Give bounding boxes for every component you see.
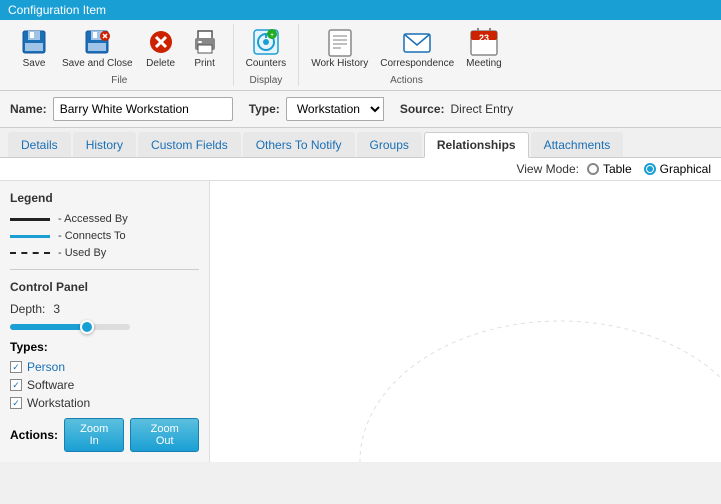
tab-others-to-notify[interactable]: Others To Notify <box>243 132 355 157</box>
legend-used-by-label: - Used By <box>58 247 106 259</box>
meeting-label: Meeting <box>466 58 502 69</box>
delete-label: Delete <box>146 58 175 69</box>
actions-row: Actions: Zoom In Zoom Out <box>10 418 199 452</box>
graph-layout: Legend - Accessed By - Connects To - Use… <box>0 181 721 462</box>
person-label: Person <box>27 360 65 374</box>
actions-label: Actions: <box>10 428 58 442</box>
zoom-in-button[interactable]: Zoom In <box>64 418 124 452</box>
checkbox-person[interactable]: Person <box>10 360 199 374</box>
print-button[interactable]: Print <box>185 24 225 71</box>
print-label: Print <box>194 58 215 69</box>
save-and-close-label: Save and Close <box>62 58 133 69</box>
radio-table-circle <box>587 163 599 175</box>
radio-graphical-label: Graphical <box>660 162 711 176</box>
meeting-button[interactable]: 23 Meeting <box>462 24 506 71</box>
work-history-label: Work History <box>311 58 368 69</box>
legend-line-solid-blue <box>10 235 50 238</box>
svg-text:23: 23 <box>479 33 489 43</box>
slider-fill <box>10 324 82 330</box>
save-and-close-button[interactable]: Save and Close <box>58 24 137 71</box>
name-label: Name: <box>10 102 47 116</box>
workstation-label: Workstation <box>27 396 90 410</box>
tab-relationships[interactable]: Relationships <box>424 132 529 158</box>
depth-row: Depth: 3 <box>10 302 199 316</box>
source-label: Source: <box>400 102 445 116</box>
toolbar: Save Save and Close <box>0 20 721 91</box>
form-area: Name: Type: Workstation Source: Direct E… <box>0 91 721 128</box>
checkbox-workstation[interactable]: Workstation <box>10 396 199 410</box>
checkbox-software[interactable]: Software <box>10 378 199 392</box>
toolbar-group-actions: Work History Correspondence 23 <box>299 24 514 86</box>
view-mode-radio-group: Table Graphical <box>587 162 711 176</box>
save-and-close-icon <box>81 26 113 58</box>
legend-accessed-by-label: - Accessed By <box>58 213 128 225</box>
correspondence-button[interactable]: Correspondence <box>376 24 458 71</box>
tab-attachments[interactable]: Attachments <box>531 132 624 157</box>
depth-value: 3 <box>53 302 60 316</box>
view-mode-bar: View Mode: Table Graphical <box>0 158 721 181</box>
slider-thumb <box>80 320 94 334</box>
correspondence-label: Correspondence <box>380 58 454 69</box>
workstation-checkbox <box>10 397 22 409</box>
radio-graphical-circle <box>644 163 656 175</box>
source-field: Source: Direct Entry <box>400 102 513 116</box>
title-bar: Configuration Item <box>0 0 721 20</box>
delete-icon <box>145 26 177 58</box>
type-select[interactable]: Workstation <box>286 97 384 121</box>
save-button[interactable]: Save <box>14 24 54 71</box>
tab-history[interactable]: History <box>73 132 136 157</box>
main-content: View Mode: Table Graphical Legend - Acce… <box>0 158 721 462</box>
depth-slider[interactable] <box>10 324 130 330</box>
control-panel-title: Control Panel <box>10 280 199 294</box>
legend-line-solid-black <box>10 218 50 221</box>
save-label: Save <box>23 58 46 69</box>
tab-groups[interactable]: Groups <box>357 132 422 157</box>
display-group-label: Display <box>250 75 283 86</box>
counters-icon: + <box>250 26 282 58</box>
name-field: Name: <box>10 97 233 121</box>
work-history-button[interactable]: Work History <box>307 24 372 71</box>
counters-button[interactable]: + Counters <box>242 24 291 71</box>
graph-area: Barry Whi... Rep Barr... <box>210 181 721 462</box>
title-bar-label: Configuration Item <box>8 3 106 17</box>
zoom-out-button[interactable]: Zoom Out <box>130 418 199 452</box>
software-label: Software <box>27 378 74 392</box>
print-icon <box>189 26 221 58</box>
work-history-icon <box>324 26 356 58</box>
legend-line-dashed-black <box>10 252 50 254</box>
tab-details[interactable]: Details <box>8 132 71 157</box>
radio-graphical[interactable]: Graphical <box>644 162 711 176</box>
legend-title: Legend <box>10 191 199 205</box>
tab-custom-fields[interactable]: Custom Fields <box>138 132 241 157</box>
counters-label: Counters <box>246 58 287 69</box>
person-checkbox <box>10 361 22 373</box>
toolbar-group-display: + Counters Display <box>234 24 300 86</box>
legend-accessed-by: - Accessed By <box>10 213 199 225</box>
left-panel: Legend - Accessed By - Connects To - Use… <box>0 181 210 462</box>
correspondence-icon <box>401 26 433 58</box>
software-checkbox <box>10 379 22 391</box>
file-group-label: File <box>111 75 127 86</box>
toolbar-group-file: Save Save and Close <box>6 24 234 86</box>
save-icon <box>18 26 50 58</box>
radio-table-label: Table <box>603 162 632 176</box>
source-value: Direct Entry <box>451 102 514 116</box>
tabs-bar: Details History Custom Fields Others To … <box>0 128 721 158</box>
legend-connects-to: - Connects To <box>10 230 199 242</box>
meeting-icon: 23 <box>468 26 500 58</box>
type-field: Type: Workstation <box>249 97 384 121</box>
legend-connects-to-label: - Connects To <box>58 230 126 242</box>
types-label: Types: <box>10 340 199 354</box>
delete-button[interactable]: Delete <box>141 24 181 71</box>
name-input[interactable] <box>53 97 233 121</box>
svg-text:+: + <box>270 32 274 39</box>
actions-group-label: Actions <box>390 75 423 86</box>
graph-lines-svg <box>210 181 721 462</box>
radio-table[interactable]: Table <box>587 162 632 176</box>
depth-label: Depth: <box>10 302 45 316</box>
view-mode-label: View Mode: <box>516 162 578 176</box>
divider-1 <box>10 269 199 270</box>
type-label: Type: <box>249 102 280 116</box>
legend-used-by: - Used By <box>10 247 199 259</box>
